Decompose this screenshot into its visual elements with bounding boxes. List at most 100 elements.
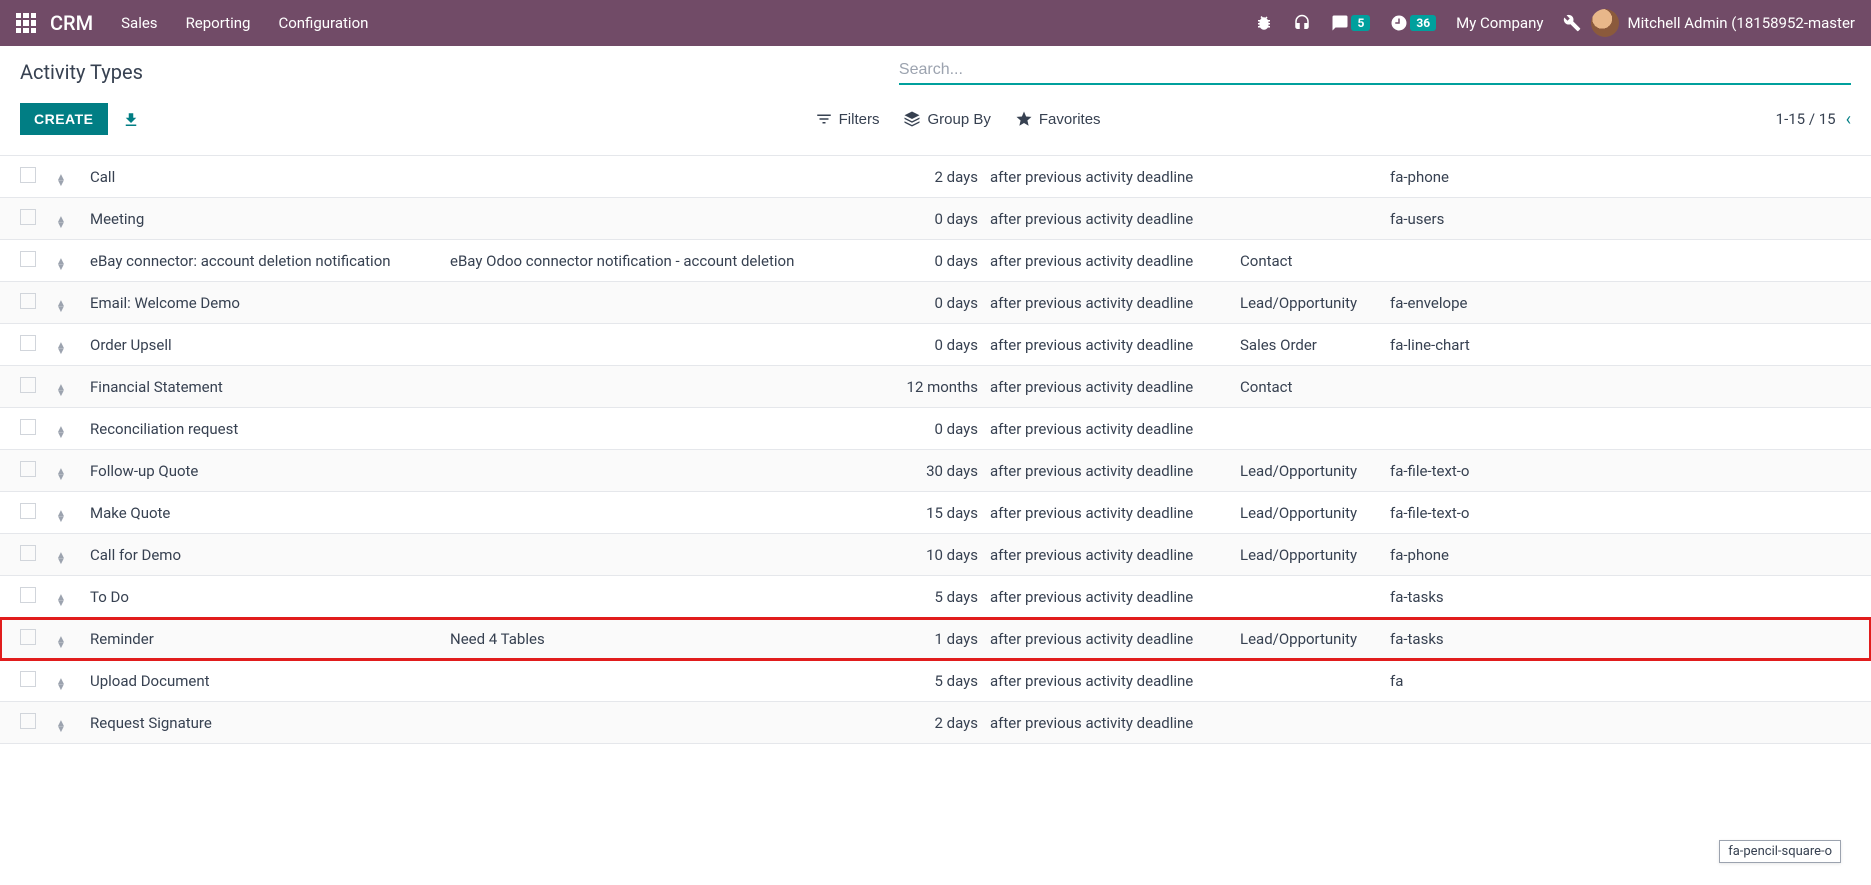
cell-model: Contact <box>1240 378 1390 396</box>
table-row[interactable]: ▲▼Make Quote15 daysafter previous activi… <box>0 492 1871 534</box>
row-checkbox[interactable] <box>20 251 36 267</box>
drag-handle[interactable]: ▲▼ <box>56 376 90 397</box>
drag-handle[interactable]: ▲▼ <box>56 166 90 187</box>
cell-trigger: after previous activity deadline <box>990 504 1240 522</box>
cell-name: Request Signature <box>90 714 450 732</box>
activities-badge: 36 <box>1410 15 1436 31</box>
cell-icon: fa-line-chart <box>1390 336 1851 354</box>
cell-trigger: after previous activity deadline <box>990 210 1240 228</box>
table-row[interactable]: ▲▼Call2 daysafter previous activity dead… <box>0 156 1871 198</box>
row-checkbox[interactable] <box>20 503 36 519</box>
cell-days: 0 days <box>880 252 990 270</box>
activity-types-table: ▲▼Call2 daysafter previous activity dead… <box>0 155 1871 744</box>
apps-icon[interactable] <box>16 13 36 33</box>
table-row[interactable]: ▲▼Follow-up Quote30 daysafter previous a… <box>0 450 1871 492</box>
drag-handle[interactable]: ▲▼ <box>56 544 90 565</box>
table-row[interactable]: ▲▼Call for Demo10 daysafter previous act… <box>0 534 1871 576</box>
table-row[interactable]: ▲▼Reconciliation request0 daysafter prev… <box>0 408 1871 450</box>
cell-days: 2 days <box>880 168 990 186</box>
search-wrap <box>899 60 1851 85</box>
user-menu[interactable]: Mitchell Admin (18158952-master <box>1627 14 1855 32</box>
layers-icon <box>903 110 921 128</box>
cell-days: 12 months <box>880 378 990 396</box>
activities-icon[interactable]: 36 <box>1390 14 1436 32</box>
cell-trigger: after previous activity deadline <box>990 462 1240 480</box>
cell-trigger: after previous activity deadline <box>990 252 1240 270</box>
drag-handle[interactable]: ▲▼ <box>56 208 90 229</box>
company-switcher[interactable]: My Company <box>1456 14 1543 32</box>
cell-name: Email: Welcome Demo <box>90 294 450 312</box>
favorites-button[interactable]: Favorites <box>1015 110 1101 128</box>
row-checkbox[interactable] <box>20 713 36 729</box>
nav-configuration[interactable]: Configuration <box>278 14 368 32</box>
filters-label: Filters <box>839 111 880 128</box>
groupby-button[interactable]: Group By <box>903 110 990 128</box>
table-row[interactable]: ▲▼Request Signature2 daysafter previous … <box>0 702 1871 744</box>
row-checkbox[interactable] <box>20 377 36 393</box>
cell-icon: fa-file-text-o <box>1390 504 1851 522</box>
filters-button[interactable]: Filters <box>815 110 880 128</box>
table-row[interactable]: ▲▼Email: Welcome Demo0 daysafter previou… <box>0 282 1871 324</box>
row-checkbox[interactable] <box>20 335 36 351</box>
topbar: CRM Sales Reporting Configuration 5 36 M… <box>0 0 1871 46</box>
row-checkbox[interactable] <box>20 461 36 477</box>
cell-name: Make Quote <box>90 504 450 522</box>
cell-model: Contact <box>1240 252 1390 270</box>
cell-days: 0 days <box>880 294 990 312</box>
tools-icon[interactable] <box>1563 14 1581 32</box>
avatar[interactable] <box>1591 9 1619 37</box>
create-button[interactable]: CREATE <box>20 103 108 135</box>
table-row[interactable]: ▲▼Order Upsell0 daysafter previous activ… <box>0 324 1871 366</box>
cell-days: 5 days <box>880 588 990 606</box>
cell-icon: fa-tasks <box>1390 588 1851 606</box>
search-input[interactable] <box>899 61 1851 79</box>
row-checkbox[interactable] <box>20 419 36 435</box>
messages-icon[interactable]: 5 <box>1331 14 1370 32</box>
pager: 1-15 / 15 ‹ <box>1776 109 1851 130</box>
cell-name: Reconciliation request <box>90 420 450 438</box>
nav-reporting[interactable]: Reporting <box>186 14 251 32</box>
drag-handle[interactable]: ▲▼ <box>56 250 90 271</box>
cell-name: Call for Demo <box>90 546 450 564</box>
nav-sales[interactable]: Sales <box>121 14 157 32</box>
import-icon[interactable] <box>122 109 140 130</box>
pager-text: 1-15 / 15 <box>1776 110 1836 128</box>
phone-support-icon[interactable] <box>1293 14 1311 32</box>
cell-trigger: after previous activity deadline <box>990 672 1240 690</box>
row-checkbox[interactable] <box>20 671 36 687</box>
table-row[interactable]: ▲▼To Do5 daysafter previous activity dea… <box>0 576 1871 618</box>
drag-handle[interactable]: ▲▼ <box>56 292 90 313</box>
pager-prev[interactable]: ‹ <box>1846 109 1851 130</box>
table-row[interactable]: ▲▼Upload Document5 daysafter previous ac… <box>0 660 1871 702</box>
favorites-label: Favorites <box>1039 111 1101 128</box>
table-row[interactable]: ▲▼Meeting0 daysafter previous activity d… <box>0 198 1871 240</box>
drag-handle[interactable]: ▲▼ <box>56 628 90 649</box>
bug-icon[interactable] <box>1255 14 1273 32</box>
row-checkbox[interactable] <box>20 629 36 645</box>
cell-trigger: after previous activity deadline <box>990 378 1240 396</box>
table-row[interactable]: ▲▼eBay connector: account deletion notif… <box>0 240 1871 282</box>
drag-handle[interactable]: ▲▼ <box>56 670 90 691</box>
cell-model: Sales Order <box>1240 336 1390 354</box>
drag-handle[interactable]: ▲▼ <box>56 502 90 523</box>
row-checkbox[interactable] <box>20 167 36 183</box>
drag-handle[interactable]: ▲▼ <box>56 418 90 439</box>
row-checkbox[interactable] <box>20 545 36 561</box>
row-checkbox[interactable] <box>20 587 36 603</box>
cell-days: 5 days <box>880 672 990 690</box>
cell-trigger: after previous activity deadline <box>990 168 1240 186</box>
cell-trigger: after previous activity deadline <box>990 714 1240 732</box>
drag-handle[interactable]: ▲▼ <box>56 334 90 355</box>
table-row[interactable]: ▲▼Financial Statement12 monthsafter prev… <box>0 366 1871 408</box>
cell-model: Lead/Opportunity <box>1240 546 1390 564</box>
row-checkbox[interactable] <box>20 209 36 225</box>
drag-handle[interactable]: ▲▼ <box>56 712 90 733</box>
drag-handle[interactable]: ▲▼ <box>56 460 90 481</box>
cell-trigger: after previous activity deadline <box>990 336 1240 354</box>
cell-summary: Need 4 Tables <box>450 630 880 648</box>
row-checkbox[interactable] <box>20 293 36 309</box>
cell-days: 10 days <box>880 546 990 564</box>
table-row[interactable]: ▲▼ReminderNeed 4 Tables1 daysafter previ… <box>0 618 1871 660</box>
brand[interactable]: CRM <box>50 11 93 35</box>
drag-handle[interactable]: ▲▼ <box>56 586 90 607</box>
